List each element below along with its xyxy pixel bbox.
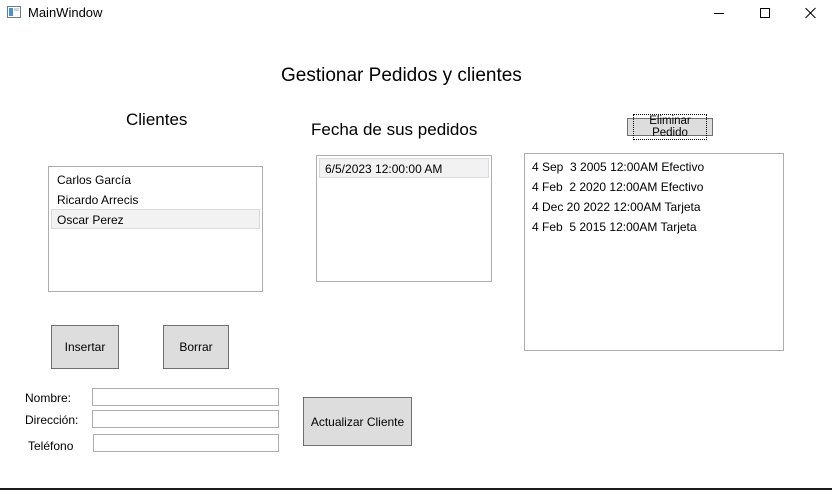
direccion-label: Dirección: (25, 413, 79, 427)
window-titlebar[interactable]: MainWindow (0, 0, 832, 26)
close-button[interactable] (788, 0, 832, 26)
direccion-input[interactable] (92, 410, 279, 428)
minimize-button[interactable] (696, 0, 742, 26)
pedido-list-item[interactable]: 4 Feb 2 2020 12:00AM Efectivo (527, 176, 781, 196)
fechas-heading: Fecha de sus pedidos (311, 120, 478, 139)
clientes-heading: Clientes (126, 110, 188, 129)
insertar-button[interactable]: Insertar (51, 325, 119, 369)
telefono-label: Teléfono (28, 439, 74, 453)
page-title: Gestionar Pedidos y clientes (281, 65, 522, 86)
close-icon (805, 7, 817, 19)
nombre-label: Nombre: (25, 391, 72, 405)
window-title: MainWindow (28, 5, 103, 20)
pedido-list-item[interactable]: 4 Feb 5 2015 12:00AM Tarjeta (527, 216, 781, 236)
cliente-list-item-selected[interactable]: Oscar Perez (51, 209, 260, 229)
borrar-button[interactable]: Borrar (163, 325, 229, 369)
nombre-input[interactable] (92, 388, 279, 406)
fechas-listbox[interactable]: 6/5/2023 12:00:00 AM (316, 155, 492, 282)
pedido-list-item[interactable]: 4 Dec 20 2022 12:00AM Tarjeta (527, 196, 781, 216)
pedidos-listbox[interactable]: 4 Sep 3 2005 12:00AM Efectivo 4 Feb 2 20… (524, 153, 784, 351)
minimize-icon (714, 12, 724, 14)
cliente-list-item[interactable]: Carlos García (51, 169, 260, 189)
app-window-icon (7, 6, 21, 18)
eliminar-pedido-label: Eliminar Pedido (633, 114, 707, 140)
cliente-list-item[interactable]: Ricardo Arrecis (51, 189, 260, 209)
actualizar-cliente-button[interactable]: Actualizar Cliente (303, 397, 412, 446)
eliminar-pedido-button[interactable]: Eliminar Pedido (627, 114, 713, 140)
telefono-input[interactable] (93, 434, 279, 452)
fecha-list-item-selected[interactable]: 6/5/2023 12:00:00 AM (319, 158, 489, 178)
maximize-icon (760, 8, 770, 18)
maximize-button[interactable] (742, 0, 788, 26)
pedido-list-item[interactable]: 4 Sep 3 2005 12:00AM Efectivo (527, 156, 781, 176)
clientes-listbox[interactable]: Carlos García Ricardo Arrecis Oscar Pere… (48, 166, 263, 292)
